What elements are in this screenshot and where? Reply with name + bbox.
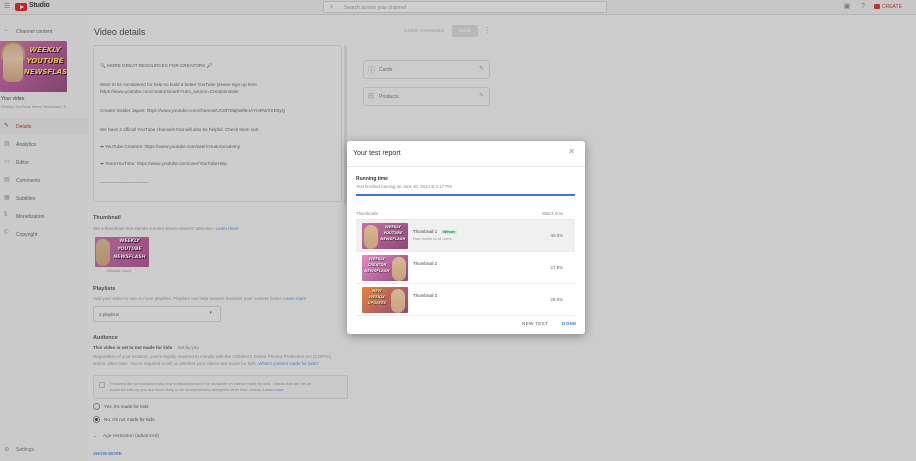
watch-time-share: 40.3% <box>550 233 563 238</box>
variant-name: Thumbnail 3 <box>413 293 438 298</box>
progress-fill <box>356 194 575 196</box>
table-row[interactable]: WEEKLY YOUTUBE NEWSFLASH Thumbnail 1 Winn… <box>356 220 575 252</box>
variant-thumbnail: WEEKLY YOUTUBE NEWSFLASH <box>362 223 408 249</box>
test-report-dialog: Your test report ✕ Running time Test fin… <box>347 141 585 334</box>
variant-subtitle: Now visible to all users <box>413 237 452 241</box>
watch-time-share: 28.9% <box>550 297 563 302</box>
done-button[interactable]: DONE <box>562 321 576 326</box>
variant-thumbnail: NEW WEEKLY UPDATES <box>362 287 408 313</box>
winner-badge: Winner <box>441 230 458 234</box>
column-header-thumbnails: Thumbnails <box>356 211 379 216</box>
column-header-watch-time: Watch time <box>542 211 564 216</box>
running-time-heading: Running time <box>356 176 388 182</box>
new-test-button[interactable]: NEW TEST <box>522 321 548 326</box>
watch-time-share: 27.9% <box>550 265 563 270</box>
dialog-title: Your test report <box>353 150 401 157</box>
divider <box>347 166 585 167</box>
variant-name: Thumbnail 2 <box>413 261 438 266</box>
running-time-status: Test finished running on June 30, 2023 a… <box>356 184 452 189</box>
close-icon[interactable]: ✕ <box>568 148 575 156</box>
table-row[interactable]: NEW WEEKLY UPDATES Thumbnail 3 28.9% <box>356 284 575 316</box>
table-row[interactable]: WEEKLY CREATOR NEWSFLASH Thumbnail 2 27.… <box>356 252 575 284</box>
variant-thumbnail: WEEKLY CREATOR NEWSFLASH <box>362 255 408 281</box>
variant-name: Thumbnail 1 <box>413 229 438 234</box>
test-progress-bar <box>356 194 575 196</box>
